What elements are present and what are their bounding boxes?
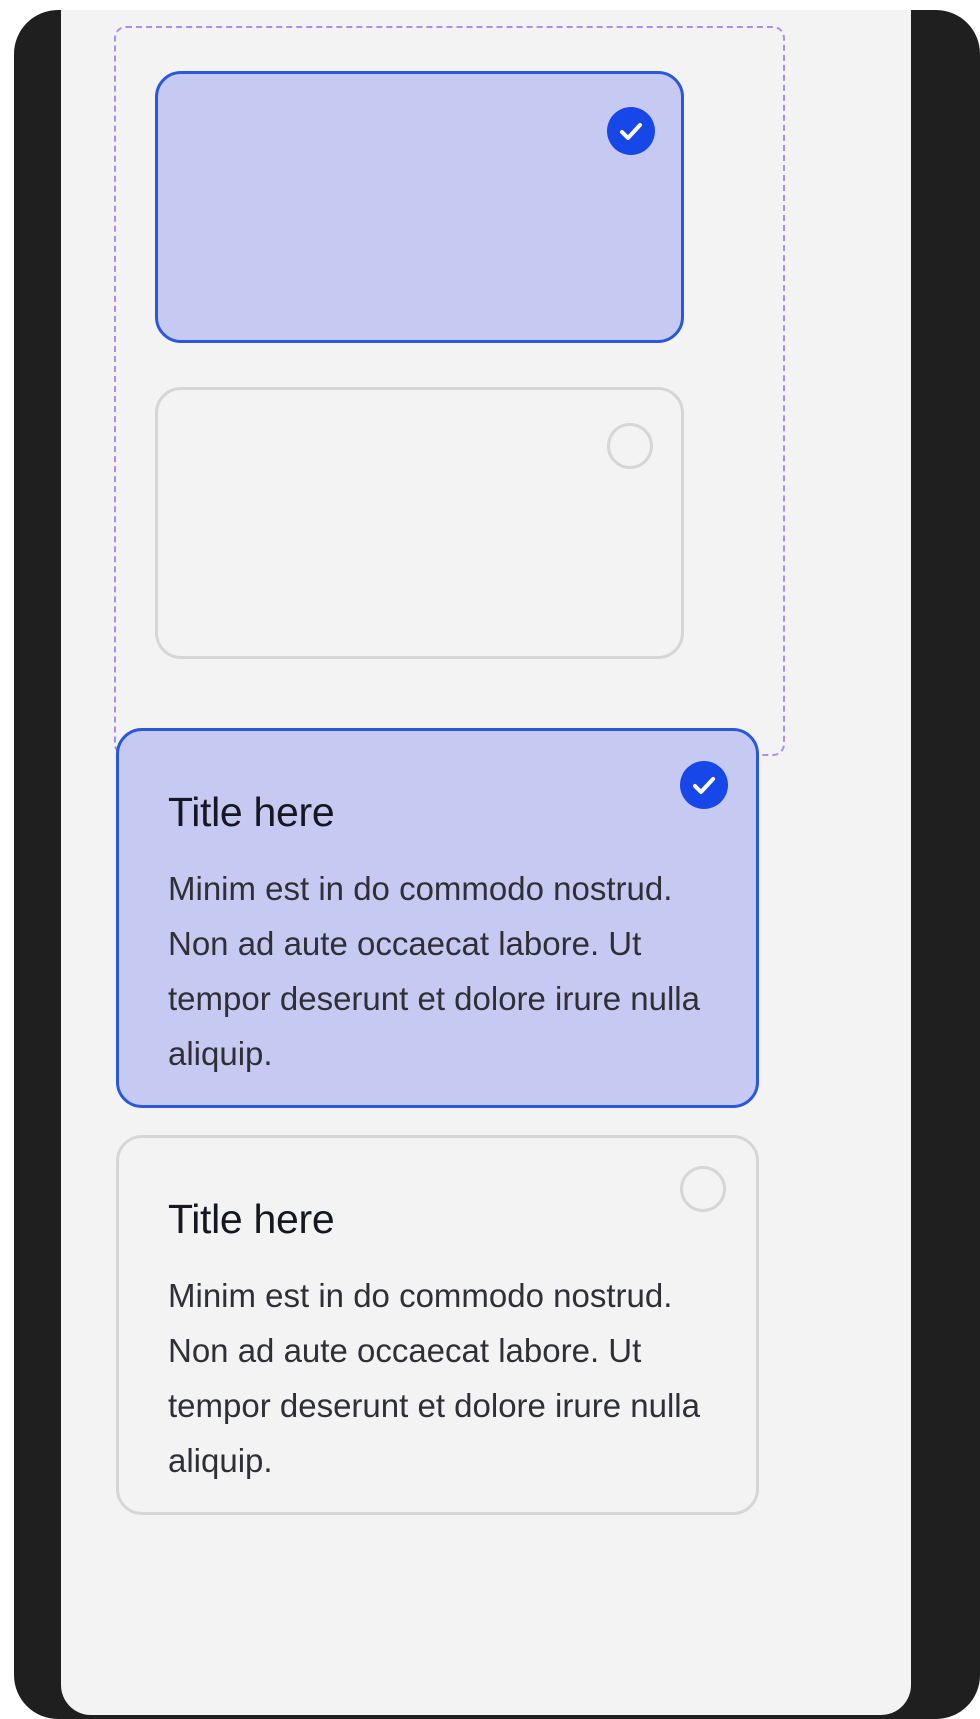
selection-card-unselected[interactable]: Title here Minim est in do commodo nostr… — [116, 1135, 759, 1515]
radio-empty-icon — [680, 1166, 726, 1212]
card-title: Title here — [168, 789, 335, 835]
selection-card-empty-unselected[interactable] — [155, 387, 684, 659]
check-circle-icon — [680, 761, 728, 809]
radio-empty-icon — [607, 423, 653, 469]
selection-card-empty-selected[interactable] — [155, 71, 684, 343]
card-description: Minim est in do commodo nostrud. Non ad … — [168, 870, 700, 1072]
selection-card-selected[interactable]: Title here Minim est in do commodo nostr… — [116, 728, 759, 1108]
card-description: Minim est in do commodo nostrud. Non ad … — [168, 1277, 700, 1479]
check-circle-icon — [607, 107, 655, 155]
card-title: Title here — [168, 1196, 335, 1242]
